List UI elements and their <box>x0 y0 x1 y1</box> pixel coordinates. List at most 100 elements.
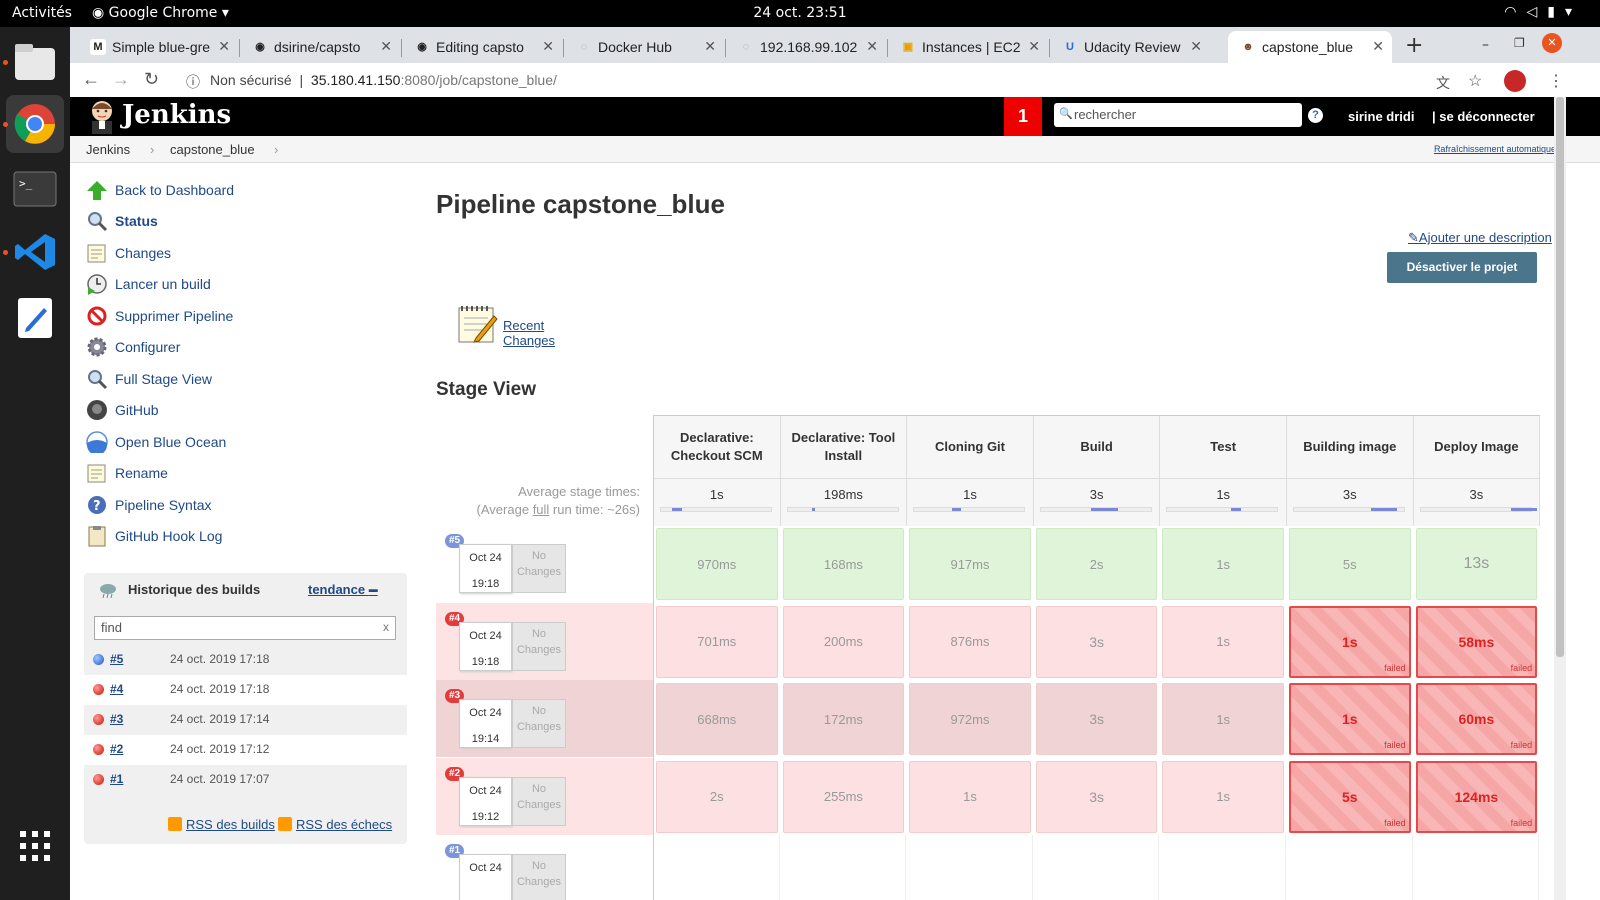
build-history-row[interactable]: #5 24 oct. 2019 17:18 <box>84 645 407 675</box>
search-input[interactable]: 🔍 rechercher <box>1054 103 1302 127</box>
stage-cell[interactable]: 1s <box>1162 605 1284 678</box>
close-tab-icon[interactable]: ✕ <box>542 38 554 55</box>
system-tray[interactable]: ◠◁▮▾ <box>1504 4 1582 20</box>
close-window-icon[interactable]: ✕ <box>1542 33 1562 53</box>
address-bar[interactable]: Non sécurisé | 35.180.41.150:8080/job/ca… <box>210 72 557 88</box>
browser-tab[interactable]: ◌ Docker Hub ✕ <box>564 31 724 63</box>
rss-failed-link[interactable]: RSS des échecs <box>278 817 392 832</box>
trend-link[interactable]: tendance ▬ <box>308 582 378 597</box>
stage-cell[interactable]: 701ms <box>656 605 778 678</box>
build-row-label[interactable]: #4 Oct 24 19:18 No Changes <box>436 602 653 680</box>
stage-cell[interactable]: 2s <box>1035 528 1158 600</box>
stage-cell[interactable]: 5s <box>1289 528 1411 600</box>
page-scrollbar[interactable] <box>1554 97 1566 900</box>
build-number-link[interactable]: #2 <box>110 742 123 756</box>
build-history-row[interactable]: #3 24 oct. 2019 17:14 <box>84 705 407 735</box>
close-tab-icon[interactable]: ✕ <box>1190 38 1202 55</box>
close-tab-icon[interactable]: ✕ <box>1372 38 1384 55</box>
disable-project-button[interactable]: Désactiver le projet <box>1387 252 1537 283</box>
build-row-label[interactable]: #3 Oct 24 19:14 No Changes <box>436 680 653 757</box>
back-icon[interactable]: ← <box>82 69 100 90</box>
build-number-link[interactable]: #1 <box>110 772 123 786</box>
clear-filter-icon[interactable]: x <box>383 620 389 634</box>
show-applications[interactable] <box>6 817 64 875</box>
browser-chrome: M Simple blue-gre ✕ ◉ dsirine/capsto ✕ ◉ Edit… <box>70 27 1600 99</box>
stage-cell[interactable]: 58ms failed <box>1415 605 1538 678</box>
browser-tab[interactable]: ◌ 192.168.99.102 ✕ <box>726 31 886 63</box>
stage-cell[interactable]: 972ms <box>909 683 1031 755</box>
build-history-row[interactable]: #4 24 oct. 2019 17:18 <box>84 675 407 705</box>
build-number-link[interactable]: #3 <box>110 712 123 726</box>
build-number-link[interactable]: #4 <box>110 682 123 696</box>
build-history-row[interactable]: #1 24 oct. 2019 17:07 <box>84 765 407 795</box>
clock[interactable]: 24 oct. 23:51 <box>0 5 1600 21</box>
dock-vscode[interactable] <box>3 223 64 281</box>
stage-cell[interactable]: 124ms failed <box>1415 760 1538 833</box>
jenkins-logo[interactable]: Jenkins <box>122 100 231 130</box>
build-number-link[interactable]: #5 <box>110 652 123 666</box>
rss-all-link[interactable]: RSS des builds <box>168 817 275 832</box>
browser-tab[interactable]: ◉ Editing capsto ✕ <box>402 31 562 63</box>
browser-tab[interactable]: ▣ Instances | EC2 ✕ <box>888 31 1048 63</box>
add-description-link[interactable]: ✎Ajouter une description <box>1408 230 1552 246</box>
stage-cell[interactable]: 917ms <box>909 528 1031 600</box>
stage-cell[interactable]: 200ms <box>782 605 905 678</box>
breadcrumb-jenkins[interactable]: Jenkins <box>86 142 130 157</box>
stage-cell[interactable]: 3s <box>1035 605 1158 678</box>
chrome-menu-icon[interactable]: ⋮ <box>1548 71 1564 91</box>
stage-cell[interactable]: 1s <box>1162 528 1284 600</box>
build-history-row[interactable]: #2 24 oct. 2019 17:12 <box>84 735 407 765</box>
breadcrumb-job[interactable]: capstone_blue <box>170 142 255 157</box>
stage-cell[interactable]: 3s <box>1035 683 1158 755</box>
notification-badge[interactable]: 1 <box>1004 97 1042 136</box>
build-filter-input[interactable]: find x <box>94 616 396 640</box>
browser-tab-active[interactable]: ☻ capstone_blue ✕ <box>1228 31 1392 63</box>
stage-cell[interactable]: 668ms <box>656 683 778 755</box>
minimize-icon[interactable]: – <box>1482 37 1489 53</box>
translate-icon[interactable]: 文 <box>1436 73 1450 93</box>
maximize-icon[interactable]: ❐ <box>1514 36 1525 50</box>
scrollbar-thumb[interactable] <box>1556 97 1564 657</box>
close-tab-icon[interactable]: ✕ <box>866 38 878 55</box>
stage-cell[interactable]: 970ms <box>656 528 778 600</box>
stage-cell[interactable]: 3s <box>1035 760 1158 833</box>
browser-tab[interactable]: U Udacity Review ✕ <box>1050 31 1210 63</box>
stage-cell[interactable]: 1s failed <box>1289 605 1411 678</box>
forward-icon[interactable]: → <box>112 69 130 90</box>
stage-cell[interactable]: 2s <box>656 760 778 833</box>
recent-changes-link[interactable]: Recent Changes <box>503 318 555 348</box>
help-icon[interactable]: ? <box>1308 108 1323 123</box>
stage-cell[interactable]: 1s <box>1162 760 1284 833</box>
stage-cell[interactable]: 172ms <box>782 683 905 755</box>
stage-cell[interactable]: 876ms <box>909 605 1031 678</box>
stage-cell[interactable]: 1s failed <box>1289 683 1411 755</box>
reload-icon[interactable]: ↻ <box>144 69 159 90</box>
stage-cell[interactable]: 255ms <box>782 760 905 833</box>
build-row-label[interactable]: #1 Oct 24 No Changes <box>436 835 653 900</box>
stage-cell[interactable]: 5s failed <box>1289 760 1411 833</box>
profile-avatar[interactable] <box>1504 70 1526 92</box>
stage-cell[interactable]: 168ms <box>782 528 905 600</box>
stage-cell[interactable]: 1s <box>1162 683 1284 755</box>
new-tab-icon[interactable]: + <box>1405 33 1423 58</box>
stage-cell[interactable]: 1s <box>909 760 1031 833</box>
user-link[interactable]: sirine dridi <box>1348 109 1414 124</box>
dock-chrome[interactable] <box>3 95 64 153</box>
browser-tab[interactable]: ◉ dsirine/capsto ✕ <box>240 31 400 63</box>
build-row-label[interactable]: #2 Oct 24 19:12 No Changes <box>436 757 653 835</box>
close-tab-icon[interactable]: ✕ <box>380 38 392 55</box>
build-row-label[interactable]: #5 Oct 24 19:18 No Changes <box>436 525 653 602</box>
bookmark-star-icon[interactable]: ☆ <box>1468 71 1482 91</box>
dock-files[interactable] <box>3 33 64 91</box>
logout-link[interactable]: | se déconnecter <box>1432 109 1535 124</box>
close-tab-icon[interactable]: ✕ <box>1028 38 1040 55</box>
auto-refresh-link[interactable]: Rafraîchissement automatique <box>1434 144 1556 154</box>
close-tab-icon[interactable]: ✕ <box>218 38 230 55</box>
browser-tab[interactable]: M Simple blue-gre ✕ <box>78 31 238 63</box>
dock-terminal[interactable]: >_ <box>6 160 64 218</box>
close-tab-icon[interactable]: ✕ <box>704 38 716 55</box>
info-icon[interactable]: ⓘ <box>186 72 200 92</box>
stage-cell[interactable]: 60ms failed <box>1415 683 1538 755</box>
stage-cell[interactable]: 13s <box>1415 528 1538 600</box>
dock-text-editor[interactable] <box>6 289 64 347</box>
